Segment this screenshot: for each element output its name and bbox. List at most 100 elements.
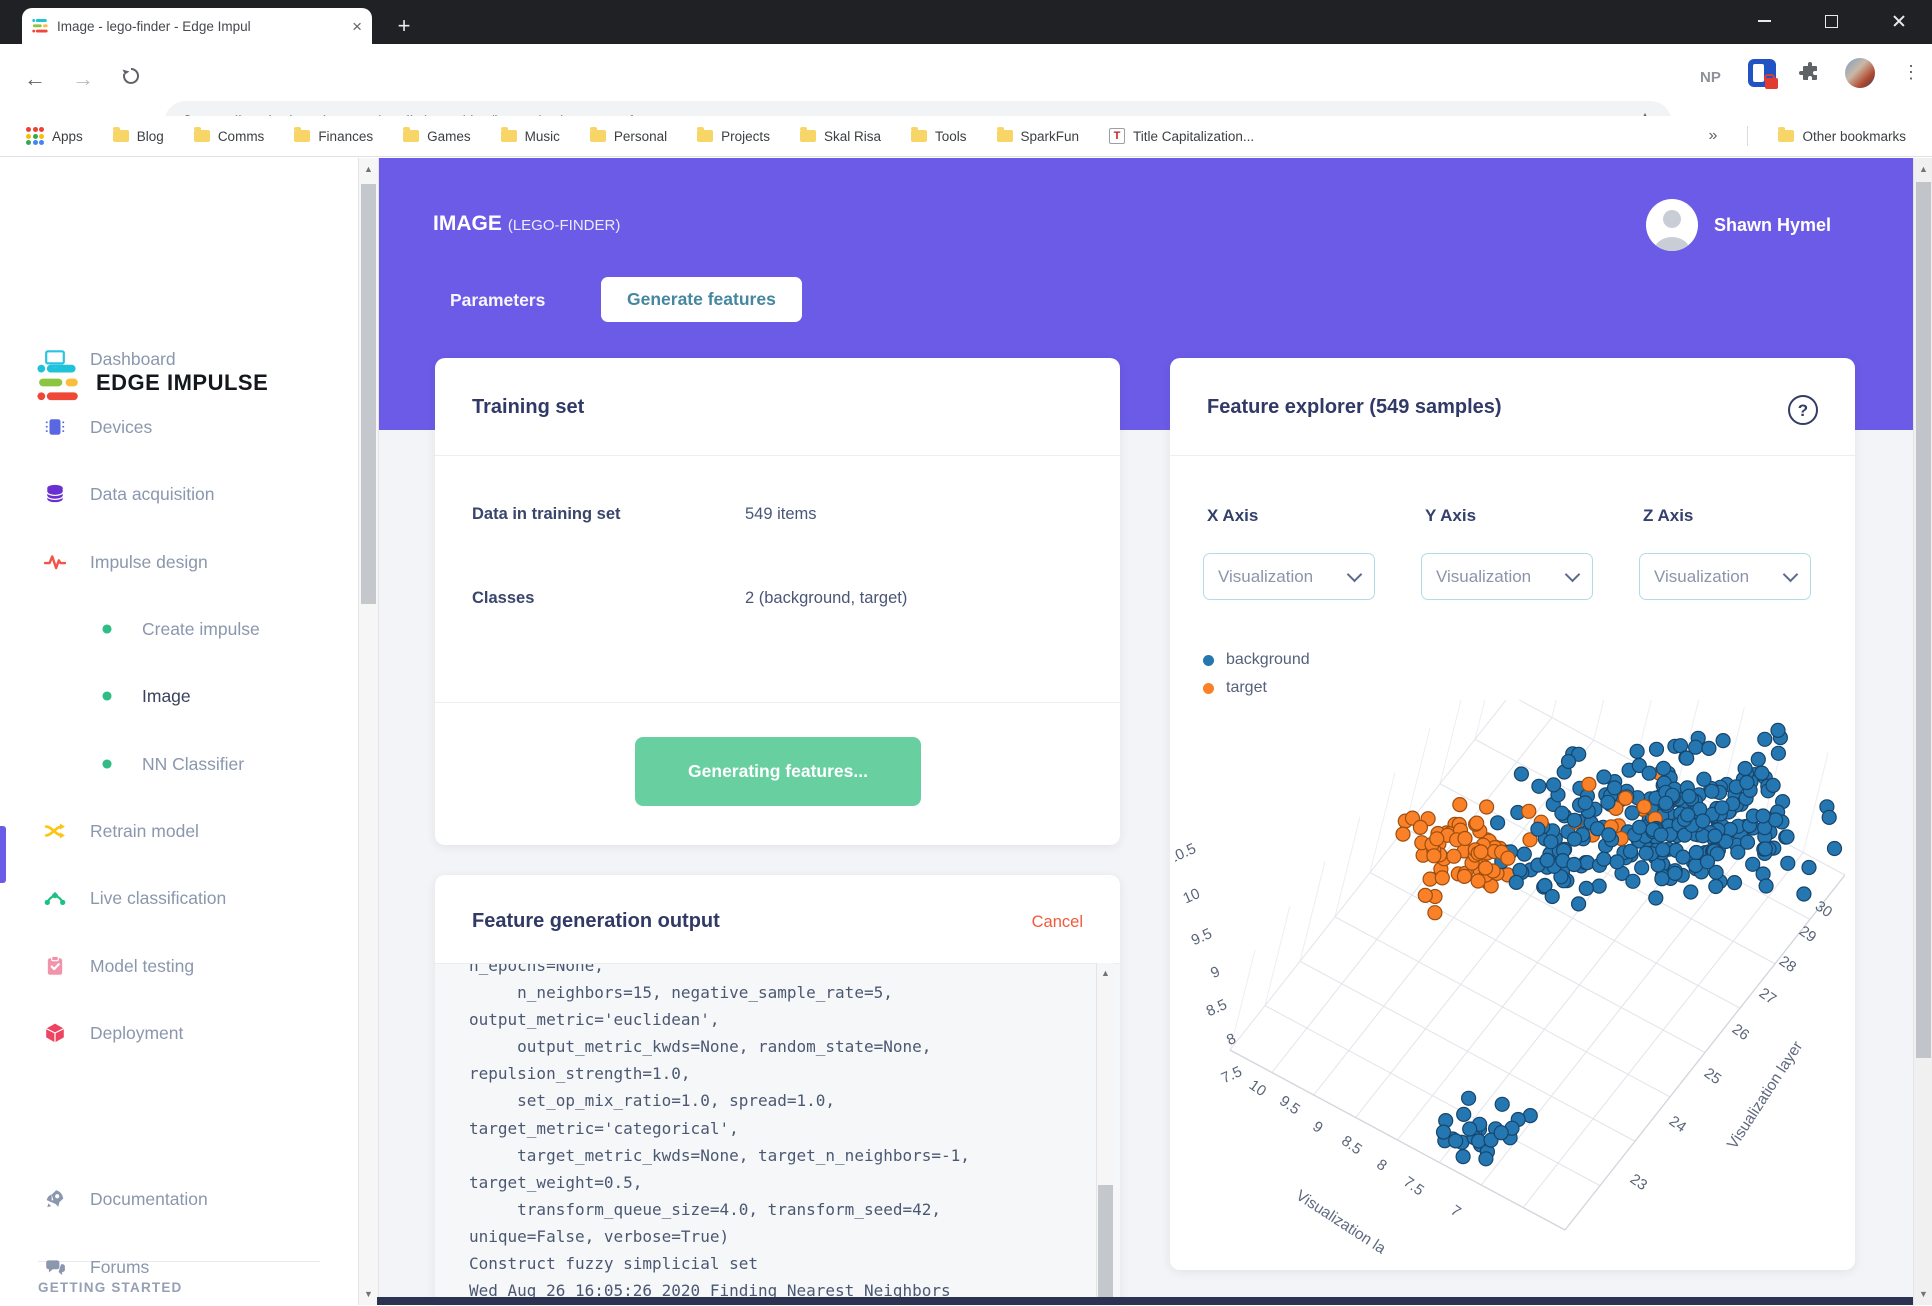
scatter-point-target[interactable]: [1636, 799, 1652, 815]
extensions-puzzle-icon[interactable]: [1798, 61, 1822, 90]
scatter-point-background[interactable]: [1606, 780, 1623, 796]
bookmark-item[interactable]: Music: [500, 127, 560, 144]
scroll-down-arrow[interactable]: ▼: [359, 1289, 378, 1299]
scatter-point-background[interactable]: [1680, 807, 1696, 823]
scatter-point-target[interactable]: [1470, 873, 1486, 889]
scatter-point-background[interactable]: [1516, 846, 1532, 862]
scatter-point-target[interactable]: [1429, 831, 1445, 847]
scatter-point-background[interactable]: [1667, 865, 1683, 881]
sidebar-item-impulse-design[interactable]: Impulse design: [0, 532, 358, 592]
scatter-point-background[interactable]: [1596, 769, 1612, 785]
sidebar-item-documentation[interactable]: Documentation: [0, 1169, 358, 1229]
browser-scrollbar[interactable]: ▲ ▼: [1913, 158, 1932, 1305]
sidebar-item-create-impulse[interactable]: Create impulse: [0, 599, 358, 659]
bookmark-item[interactable]: SparkFun: [996, 127, 1079, 144]
scatter-point-target[interactable]: [1457, 830, 1473, 847]
scatter-point-target[interactable]: [1395, 826, 1411, 842]
scatter-point-target[interactable]: [1434, 870, 1450, 886]
bookmarks-overflow-button[interactable]: »: [1709, 127, 1718, 145]
scatter-point-target[interactable]: [1452, 796, 1468, 813]
bookmark-item[interactable]: T Title Capitalization...: [1109, 128, 1254, 144]
scatter-point-background[interactable]: [1801, 859, 1817, 876]
bookmark-item[interactable]: Personal: [589, 127, 667, 144]
scatter-point-background[interactable]: [1757, 841, 1773, 857]
scatter-point-background[interactable]: [1648, 741, 1665, 757]
scatter-point-background[interactable]: [1821, 809, 1837, 826]
scatter-point-background[interactable]: [1701, 740, 1717, 757]
scatter-point-background[interactable]: [1755, 808, 1771, 824]
scatter-point-background[interactable]: [1544, 888, 1560, 905]
scatter-point-background[interactable]: [1655, 842, 1671, 858]
new-tab-button[interactable]: +: [390, 12, 418, 40]
minimize-button[interactable]: [1733, 0, 1795, 42]
scatter-point-background[interactable]: [1739, 834, 1756, 850]
help-icon[interactable]: ?: [1788, 395, 1818, 425]
scatter-point-background[interactable]: [1796, 886, 1812, 902]
page-scrollbar-thumb[interactable]: [361, 184, 376, 604]
scatter-point-background[interactable]: [1758, 878, 1774, 894]
feature-explorer-3d-scatter[interactable]: 10.5109.598.587.5109.598.587.57302928272…: [1175, 700, 1845, 1260]
scatter-point-background[interactable]: [1770, 722, 1786, 738]
scatter-point-background[interactable]: [1767, 812, 1784, 828]
sidebar-item-data-acquisition[interactable]: Data acquisition: [0, 464, 358, 524]
sidebar-item-forums[interactable]: Forums: [0, 1237, 358, 1297]
cancel-button[interactable]: Cancel: [1032, 913, 1083, 932]
bookmark-item[interactable]: Blog: [112, 127, 164, 144]
scatter-point-background[interactable]: [1779, 829, 1795, 845]
bookmark-item[interactable]: Comms: [193, 127, 264, 144]
bookmark-item[interactable]: Finances: [294, 127, 373, 144]
scatter-point-background[interactable]: [1539, 852, 1555, 868]
scatter-point-background[interactable]: [1683, 884, 1699, 900]
scatter-point-target[interactable]: [1478, 860, 1494, 876]
scatter-point-target[interactable]: [1479, 799, 1495, 815]
scatter-point-background[interactable]: [1600, 794, 1616, 810]
scatter-point-background[interactable]: [1696, 771, 1712, 787]
scatter-point-background[interactable]: [1513, 766, 1529, 782]
tab-close-icon[interactable]: ×: [352, 18, 362, 35]
scatter-point-background[interactable]: [1648, 890, 1664, 906]
scatter-point-background[interactable]: [1508, 874, 1524, 890]
sidebar-item-deployment[interactable]: Deployment: [0, 1003, 358, 1063]
browser-scrollbar-thumb[interactable]: [1916, 182, 1931, 1058]
scatter-point-target[interactable]: [1412, 819, 1428, 836]
scatter-point-background[interactable]: [1566, 812, 1583, 828]
sidebar-item-devices[interactable]: Devices: [0, 397, 358, 457]
scatter-point-background[interactable]: [1456, 1106, 1472, 1122]
scatter-point-target[interactable]: [1521, 803, 1537, 819]
scatter-point-target[interactable]: [1617, 790, 1634, 806]
console-scrollbar[interactable]: ▲: [1096, 963, 1114, 1305]
scatter-point-background[interactable]: [1699, 854, 1716, 870]
scatter-point-background[interactable]: [1675, 849, 1691, 865]
scatter-point-target[interactable]: [1581, 776, 1597, 792]
scatter-point-target[interactable]: [1446, 848, 1462, 864]
scatter-point-background[interactable]: [1554, 805, 1570, 821]
bookmark-item[interactable]: Projects: [697, 127, 770, 144]
scatter-point-background[interactable]: [1531, 778, 1547, 794]
scatter-point-background[interactable]: [1490, 815, 1506, 831]
scatter-point-background[interactable]: [1780, 855, 1796, 871]
scatter-point-background[interactable]: [1770, 745, 1787, 761]
scatter-point-background[interactable]: [1737, 760, 1753, 777]
scatter-point-target[interactable]: [1456, 868, 1472, 884]
generating-features-button[interactable]: Generating features...: [635, 737, 921, 806]
sidebar-item-retrain-model[interactable]: Retrain model: [0, 801, 358, 861]
bookmark-item[interactable]: Skal Risa: [799, 127, 881, 144]
scatter-point-background[interactable]: [1462, 1121, 1478, 1137]
x-axis-select[interactable]: Visualization: [1203, 553, 1375, 600]
scatter-point-background[interactable]: [1704, 783, 1720, 799]
console-output[interactable]: n_epochs=None, n_neighbors=15, negative_…: [435, 963, 1120, 1306]
scatter-point-background[interactable]: [1455, 1149, 1471, 1165]
console-scroll-up-arrow[interactable]: ▲: [1097, 968, 1114, 978]
scatter-point-background[interactable]: [1826, 840, 1843, 857]
scatter-point-background[interactable]: [1754, 765, 1770, 781]
user-menu[interactable]: Shawn Hymel: [1646, 199, 1831, 251]
scatter-point-background[interactable]: [1435, 1124, 1452, 1140]
scatter-point-background[interactable]: [1631, 819, 1648, 835]
scatter-point-background[interactable]: [1714, 800, 1730, 816]
scatter-point-background[interactable]: [1448, 1133, 1464, 1149]
sidebar-item-dashboard[interactable]: Dashboard: [0, 329, 358, 389]
password-extension-icon[interactable]: [1748, 59, 1778, 89]
scatter-point-background[interactable]: [1739, 774, 1755, 791]
np-extension-button[interactable]: NP: [1700, 69, 1721, 86]
scatter-point-background[interactable]: [1679, 750, 1695, 766]
